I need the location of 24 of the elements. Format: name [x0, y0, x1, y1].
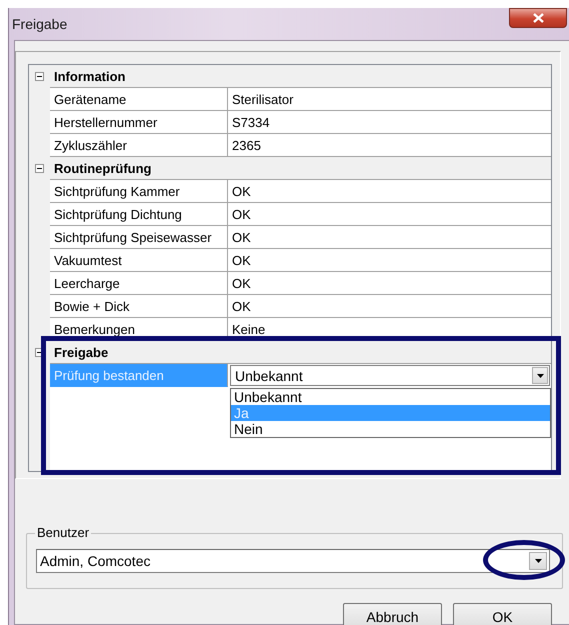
user-dropdown[interactable]: Admin, Comcotec [36, 549, 550, 573]
category-header: Information [54, 68, 126, 84]
property-name[interactable]: Vakuumtest [50, 249, 228, 272]
group-label: Benutzer [35, 525, 92, 540]
dropdown-option[interactable]: Unbekannt [231, 389, 550, 405]
property-name[interactable]: Sichtprüfung Kammer [50, 180, 228, 203]
dropdown-option[interactable]: Nein [231, 421, 550, 437]
collapse-icon[interactable] [35, 164, 44, 172]
property-name[interactable]: Gerätename [50, 88, 228, 111]
property-name[interactable]: Zykluszähler [50, 134, 228, 157]
property-name[interactable]: Leercharge [50, 272, 228, 295]
collapse-icon[interactable] [35, 72, 44, 80]
property-name[interactable]: Sichtprüfung Speisewasser [50, 226, 228, 249]
property-name[interactable]: Bowie + Dick [50, 295, 228, 318]
close-button[interactable] [509, 8, 567, 28]
dropdown-field[interactable]: Unbekannt [230, 365, 550, 386]
property-name[interactable]: Sichtprüfung Dichtung [50, 203, 228, 226]
close-icon [532, 13, 544, 23]
category-header: Routineprüfung [54, 160, 152, 176]
dialog-button[interactable]: OK [453, 603, 552, 625]
property-name[interactable]: Herstellernummer [50, 111, 228, 134]
category-header: Freigabe [54, 344, 108, 360]
window-title: Freigabe [12, 16, 68, 32]
dialog-button[interactable]: Abbruch [343, 603, 442, 625]
